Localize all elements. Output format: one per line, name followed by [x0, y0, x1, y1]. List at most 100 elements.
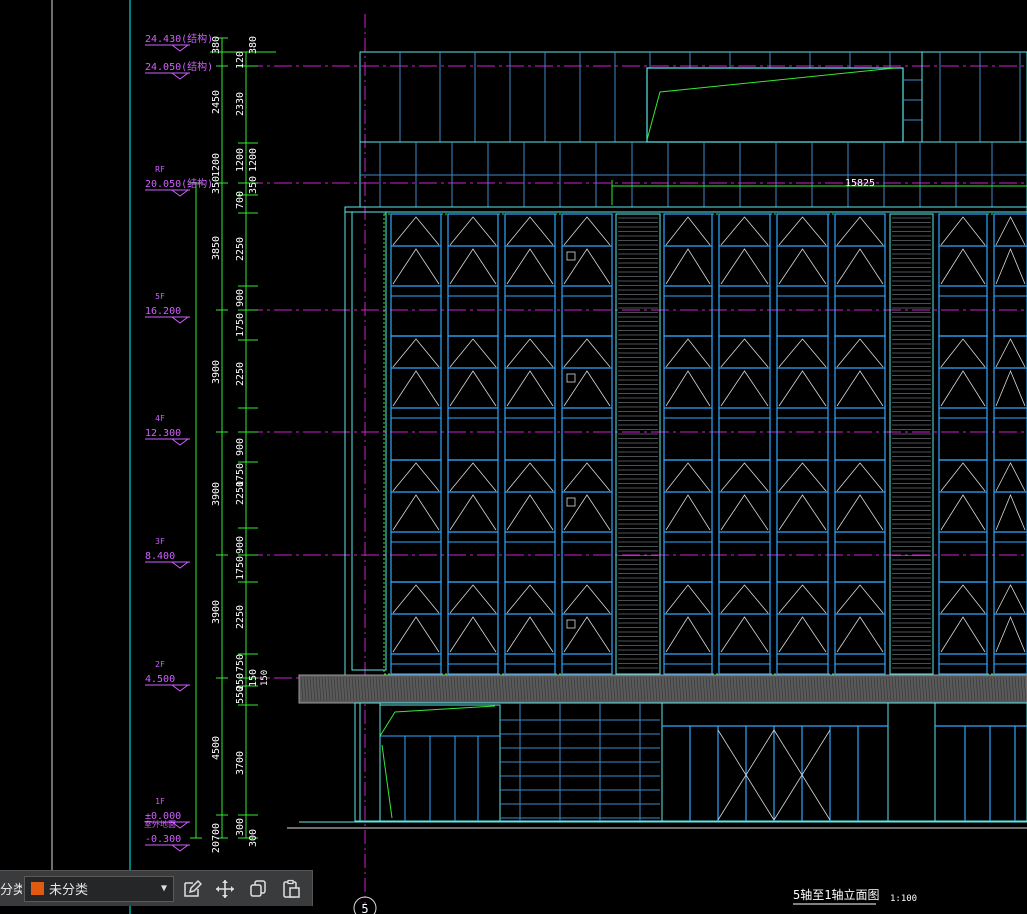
dim-outer-value: 3900 [211, 360, 222, 384]
window-open-mark [940, 370, 986, 407]
axis-label: 5 [361, 902, 368, 914]
copy-button[interactable] [243, 874, 273, 904]
level-triangle [171, 438, 189, 446]
window-open-mark [665, 584, 711, 614]
category-label: 分类 [0, 882, 22, 897]
window-frame [834, 581, 886, 675]
window-open-mark [778, 370, 827, 407]
window-open-mark [563, 338, 611, 368]
level-name: 2F [155, 660, 165, 669]
window-open-mark [778, 494, 827, 531]
window-open-mark [720, 338, 769, 368]
window-open-mark [995, 369, 1026, 407]
window-open-mark [778, 248, 827, 285]
dim-inner-value: 550 [235, 686, 246, 704]
window-open-mark [720, 248, 769, 285]
dim-inner-value: 700 [235, 191, 246, 209]
window-open-mark [720, 370, 769, 407]
window-open-mark [995, 216, 1026, 246]
window-frame [993, 213, 1027, 337]
window-open-mark [940, 216, 986, 246]
paste-button[interactable] [276, 874, 306, 904]
window-open-mark [940, 584, 986, 614]
move-button[interactable] [210, 874, 240, 904]
window-open-mark [449, 584, 497, 614]
window-open-mark [563, 494, 611, 531]
cad-drawing-canvas[interactable]: 380 2450 350 3850 3900 3900 3900 4500 20700 120 23… [0, 0, 1027, 914]
window-open-mark [392, 216, 440, 246]
dim-inner-value: 120 [235, 51, 246, 69]
edit-button[interactable] [177, 874, 207, 904]
level-name: 1F [155, 797, 165, 806]
pilaster [440, 213, 449, 675]
dim-outer-value: 20700 [211, 823, 222, 853]
window-open-mark [836, 462, 884, 492]
drawing-scale: 1:100 [890, 894, 917, 904]
window-open-mark [836, 584, 884, 614]
window-frame [993, 581, 1027, 675]
window-open-mark [940, 248, 986, 285]
window-open-mark [720, 494, 769, 531]
window-open-mark [506, 248, 554, 285]
window-open-mark [563, 616, 611, 653]
dim-inner-value: 300 [235, 818, 246, 836]
window-open-mark [665, 370, 711, 407]
window-open-mark [392, 584, 440, 614]
level-triangle [171, 44, 189, 52]
window-open-mark [665, 494, 711, 531]
dim-right-value: 150 [248, 669, 259, 687]
pilaster [497, 213, 506, 675]
window-open-mark [563, 584, 611, 614]
dim-right-value: 380 [248, 36, 259, 54]
level-markers: 24.430(结构) 24.050(结构) RF 20.050(结构) 5F 16.200… [144, 32, 213, 852]
category-swatch [31, 882, 44, 895]
dim-inner-value: 2330 [235, 92, 246, 116]
window-open-mark [836, 248, 884, 285]
window-open-mark [778, 616, 827, 653]
window-symbol [566, 497, 576, 507]
window-open-mark [995, 338, 1026, 368]
level-name: 5F [155, 292, 165, 301]
dim-right-value: 350 [248, 176, 259, 194]
window-open-mark [836, 370, 884, 407]
window-open-mark [506, 370, 554, 407]
window-open-mark [449, 216, 497, 246]
level-value: 24.050(结构) [145, 60, 213, 73]
dim-inner-value: 2250 [235, 362, 246, 386]
window-frame [504, 581, 556, 675]
dim-inner-value: 1750 [235, 313, 246, 337]
window-open-mark [506, 216, 554, 246]
ground-entrance [379, 704, 501, 822]
level-value: 16.200 [145, 306, 181, 317]
chevron-down-icon: ▼ [160, 883, 167, 894]
window-open-mark [836, 616, 884, 653]
ground-shopfront-right [934, 702, 1027, 822]
window-open-mark [392, 338, 440, 368]
window-open-mark [665, 616, 711, 653]
bottom-toolbar: 分类 未分类 ▼ [0, 870, 313, 906]
window-open-mark [449, 338, 497, 368]
level-value: 8.400 [145, 551, 175, 562]
window-open-mark [506, 616, 554, 653]
window-open-mark [506, 462, 554, 492]
entrance-slope [379, 705, 496, 737]
paste-icon [283, 879, 300, 898]
window-open-mark [836, 216, 884, 246]
dim-inner-value: 3700 [235, 751, 246, 775]
pilaster [711, 213, 720, 675]
window-open-mark [995, 462, 1026, 492]
window-open-mark [995, 493, 1026, 531]
dim-inner-value: 2250 [235, 481, 246, 505]
category-select[interactable]: 未分类 ▼ [24, 875, 174, 902]
window-open-mark [449, 370, 497, 407]
level-value: 12.300 [145, 428, 181, 439]
window-open-mark [995, 247, 1026, 285]
window-open-mark [940, 462, 986, 492]
dim-inner-value: 900 [235, 438, 246, 456]
window-open-mark [778, 462, 827, 492]
level-triangle [171, 561, 189, 569]
window-frame [447, 581, 499, 675]
window-symbol [566, 619, 576, 629]
dim-inner-value: 2250 [235, 237, 246, 261]
tower-side-column [351, 211, 387, 671]
